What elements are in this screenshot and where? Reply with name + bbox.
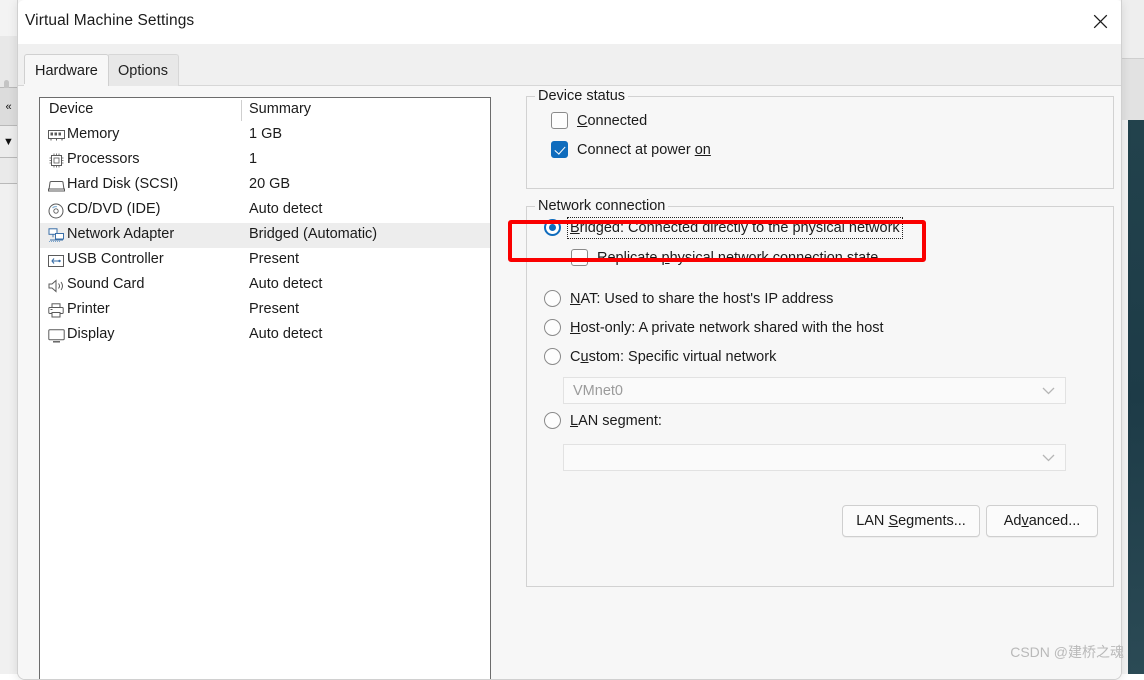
device-name: USB Controller: [67, 251, 164, 267]
radio-host-only-label: Host-only: A private network shared with…: [570, 320, 884, 336]
dialog-content: Device Summary Memory 1 GB: [18, 86, 1122, 680]
processor-icon: [47, 152, 65, 169]
table-row[interactable]: Memory 1 GB: [40, 123, 490, 148]
background-rail-item-3[interactable]: [0, 158, 17, 184]
device-name: CD/DVD (IDE): [67, 201, 160, 217]
background-right-strip-lower: [1122, 58, 1144, 120]
table-row[interactable]: Hard Disk (SCSI) 20 GB: [40, 173, 490, 198]
memory-icon: [47, 127, 65, 144]
lan-segment-dropdown[interactable]: [563, 444, 1066, 471]
lan-segments-button-label: LAN Segments...: [856, 513, 966, 529]
radio-lan-segment-label: LAN segment:: [570, 413, 662, 429]
background-left-rail: « ▼: [0, 36, 18, 674]
radio-nat-label: NAT: Used to share the host's IP address: [570, 291, 833, 307]
chevron-down-icon: [1042, 449, 1055, 467]
custom-network-value: VMnet0: [573, 383, 623, 399]
device-summary: Present: [249, 301, 299, 317]
dialog-titlebar: Virtual Machine Settings: [18, 0, 1122, 44]
device-status-group-title: Device status: [535, 88, 628, 104]
lan-segments-button[interactable]: LAN Segments...: [842, 505, 980, 537]
device-name: Display: [67, 326, 115, 342]
table-row[interactable]: Processors 1: [40, 148, 490, 173]
dropdown-arrow-icon[interactable]: ▼: [0, 126, 17, 158]
radio-indicator: [544, 319, 561, 336]
table-row[interactable]: Printer Present: [40, 298, 490, 323]
device-name: Network Adapter: [67, 226, 174, 242]
radio-bridged-label: Bridged: Connected directly to the physi…: [570, 220, 900, 236]
table-row[interactable]: Display Auto detect: [40, 323, 490, 348]
connected-checkbox[interactable]: Connected: [551, 112, 647, 129]
close-button[interactable]: [1077, 0, 1122, 42]
device-summary: Bridged (Automatic): [249, 226, 377, 242]
radio-custom[interactable]: Custom: Specific virtual network: [544, 348, 776, 365]
checkbox-box: [551, 112, 568, 129]
device-name: Hard Disk (SCSI): [67, 176, 178, 192]
connect-at-power-on-checkbox[interactable]: Connect at power on: [551, 141, 711, 158]
tab-hardware[interactable]: Hardware: [24, 54, 109, 86]
device-summary: 20 GB: [249, 176, 290, 192]
radio-indicator: [544, 290, 561, 307]
device-summary: Auto detect: [249, 326, 322, 342]
radio-bridged[interactable]: Bridged: Connected directly to the physi…: [544, 219, 900, 236]
connected-label: Connected: [577, 113, 647, 129]
column-header-device: Device: [49, 101, 93, 117]
replicate-physical-state-checkbox[interactable]: Replicate physical network connection st…: [571, 249, 878, 266]
background-rail-item-4: [0, 184, 17, 674]
device-list[interactable]: Device Summary Memory 1 GB: [39, 97, 491, 680]
device-name: Memory: [67, 126, 119, 142]
tab-hardware-label: Hardware: [35, 63, 98, 79]
device-summary: Present: [249, 251, 299, 267]
radio-custom-label: Custom: Specific virtual network: [570, 349, 776, 365]
collapse-arrow-icon[interactable]: «: [0, 88, 17, 126]
device-name: Printer: [67, 301, 110, 317]
display-icon: [47, 327, 65, 344]
radio-host-only[interactable]: Host-only: A private network shared with…: [544, 319, 884, 336]
close-icon: [1093, 14, 1108, 29]
virtual-machine-settings-dialog: Virtual Machine Settings Hardware Option…: [17, 0, 1122, 680]
chevron-down-icon: [1042, 382, 1055, 400]
settings-pane: Device status Connected Connect at power…: [505, 86, 1122, 680]
dialog-title: Virtual Machine Settings: [25, 12, 194, 30]
device-summary: Auto detect: [249, 201, 322, 217]
device-summary: 1: [249, 151, 257, 167]
tab-strip: Hardware Options: [18, 44, 1122, 86]
advanced-button-label: Advanced...: [1004, 513, 1081, 529]
connect-at-power-on-label: Connect at power on: [577, 142, 711, 158]
network-connection-group-title: Network connection: [535, 198, 668, 214]
device-list-header: Device Summary: [40, 98, 490, 123]
table-row-network-adapter[interactable]: Network Adapter Bridged (Automatic): [40, 223, 490, 248]
radio-indicator: [544, 412, 561, 429]
advanced-button[interactable]: Advanced...: [986, 505, 1098, 537]
custom-network-dropdown[interactable]: VMnet0: [563, 377, 1066, 404]
checkbox-box: [571, 249, 588, 266]
tab-options-label: Options: [118, 63, 168, 79]
printer-icon: [47, 302, 65, 319]
hard-disk-icon: [47, 177, 65, 194]
table-row[interactable]: USB Controller Present: [40, 248, 490, 273]
replicate-physical-state-label: Replicate physical network connection st…: [597, 250, 878, 266]
radio-indicator: [544, 348, 561, 365]
background-rail-scroll: [0, 36, 17, 88]
device-summary: 1 GB: [249, 126, 282, 142]
column-divider: [241, 100, 242, 121]
device-name: Processors: [67, 151, 140, 167]
radio-nat[interactable]: NAT: Used to share the host's IP address: [544, 290, 833, 307]
tab-options[interactable]: Options: [107, 54, 179, 86]
sound-card-icon: [47, 277, 65, 294]
device-name: Sound Card: [67, 276, 144, 292]
table-row[interactable]: Sound Card Auto detect: [40, 273, 490, 298]
usb-icon: [47, 252, 65, 269]
column-header-summary: Summary: [249, 101, 311, 117]
device-summary: Auto detect: [249, 276, 322, 292]
background-vm-console: [1128, 120, 1144, 674]
radio-indicator-selected: [544, 219, 561, 236]
cd-dvd-icon: [47, 202, 65, 219]
table-row[interactable]: CD/DVD (IDE) Auto detect: [40, 198, 490, 223]
network-icon: [47, 227, 65, 244]
checkbox-box-checked: [551, 141, 568, 158]
radio-lan-segment[interactable]: LAN segment:: [544, 412, 662, 429]
